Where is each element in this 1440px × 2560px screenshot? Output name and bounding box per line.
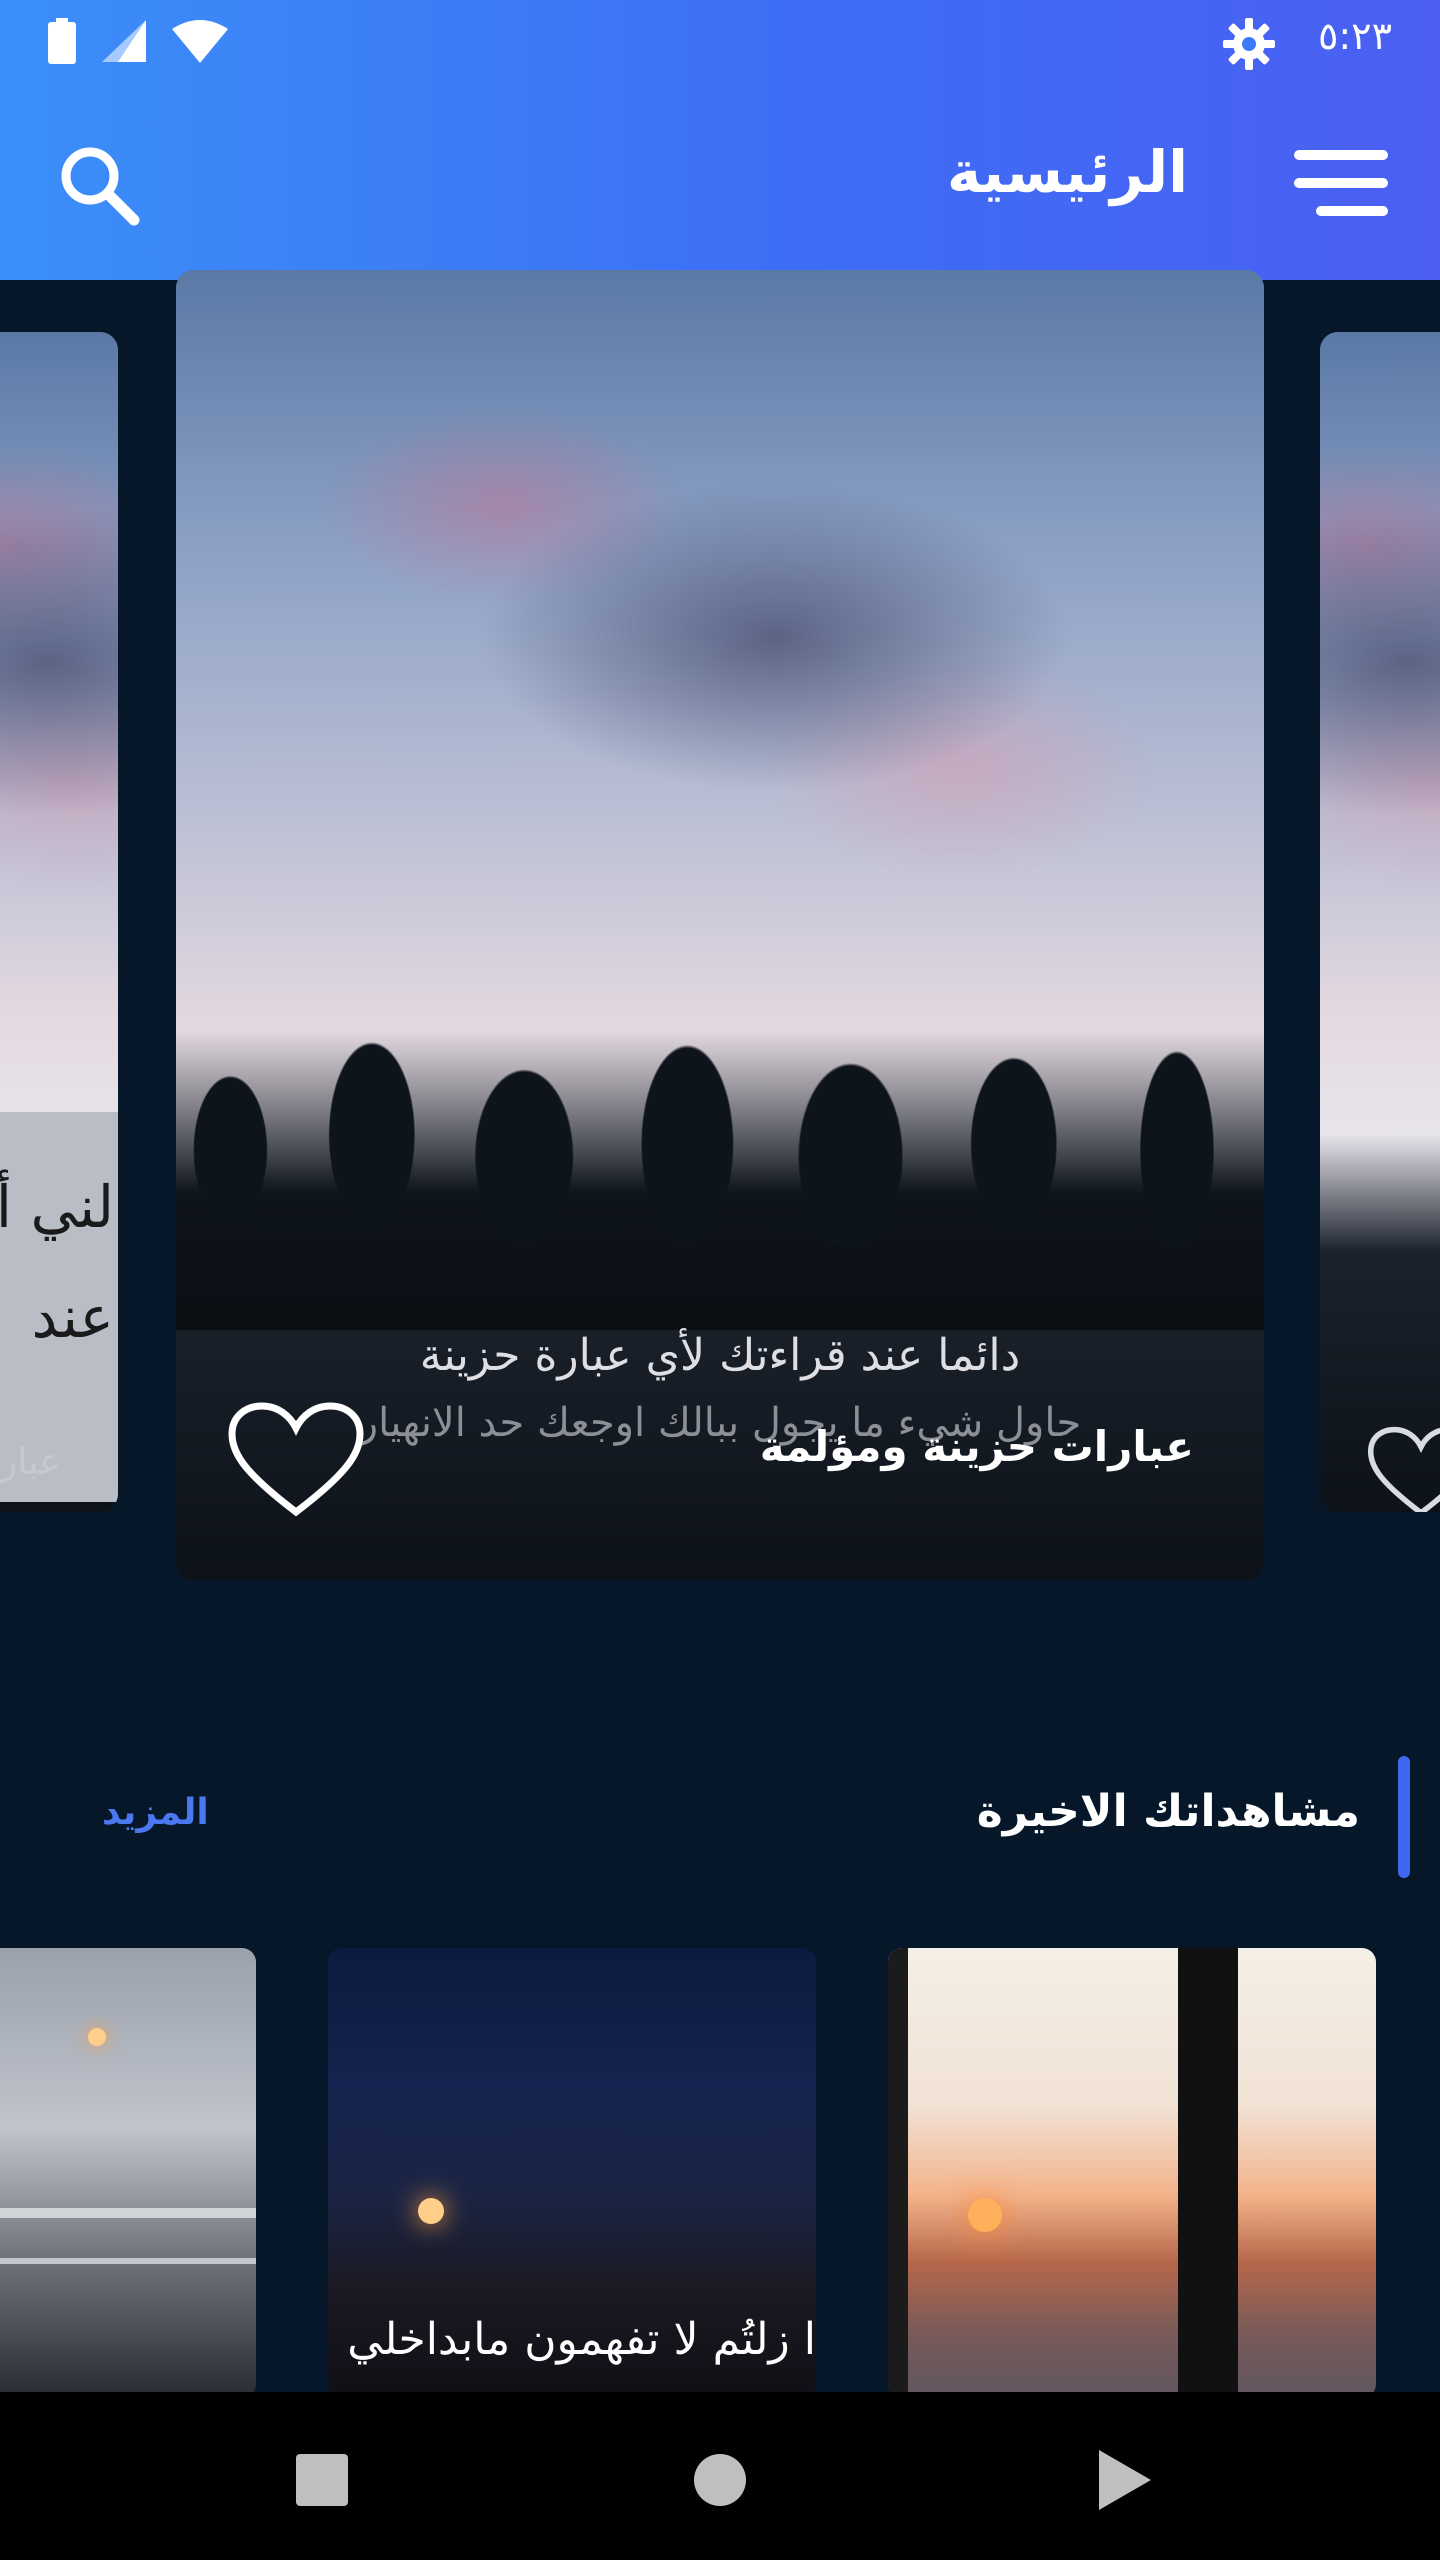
card-image	[176, 270, 1264, 1580]
carousel-card-left[interactable]: لني أ عند عبار	[0, 332, 118, 1512]
more-link[interactable]: المزيد	[102, 1792, 209, 1833]
image-detail	[88, 2028, 106, 2046]
recent-item[interactable]: ا زلتُم لا تفهمون مابداخلي	[328, 1948, 816, 2398]
system-status-icons	[48, 18, 228, 64]
image-detail	[0, 2258, 256, 2264]
home-circle-icon[interactable]	[680, 2440, 760, 2520]
carousel-card-right[interactable]	[1320, 332, 1440, 1512]
battery-icon	[48, 18, 76, 64]
heart-outline-icon[interactable]	[1366, 1422, 1440, 1512]
heart-outline-icon[interactable]	[226, 1400, 366, 1520]
carousel-card-main[interactable]: دائما عند قراءتك لأي عبارة حزينة حاول شي…	[176, 270, 1264, 1580]
overlay-line: لني أ	[0, 1173, 114, 1241]
signal-icon	[102, 20, 146, 62]
card-image	[1320, 332, 1440, 1512]
featured-carousel[interactable]: لني أ عند عبار دائما عند قراءتك لأي عبار…	[0, 270, 1440, 1600]
recent-item-caption: ا زلتُم لا تفهمون مابداخلي	[347, 2314, 816, 2365]
quote-line-1: دائما عند قراءتك لأي عبارة حزينة	[419, 1330, 1021, 1381]
app-header: ٥:٢٣ الرئيسية	[0, 0, 1440, 280]
recents-square-icon[interactable]	[282, 2440, 362, 2520]
image-detail	[0, 2208, 256, 2218]
recent-item[interactable]	[0, 1948, 256, 2398]
search-icon[interactable]	[56, 142, 142, 228]
section-title: مشاهداتك الاخيرة	[976, 1786, 1360, 1837]
section-accent-bar	[1398, 1756, 1410, 1878]
hamburger-icon[interactable]	[1294, 150, 1388, 216]
treeline	[176, 1030, 1264, 1330]
image-detail	[1178, 1948, 1238, 2398]
wifi-icon	[172, 20, 228, 63]
image-detail	[888, 1948, 908, 2398]
back-triangle-icon[interactable]	[1085, 2440, 1165, 2520]
recent-item[interactable]	[888, 1948, 1376, 2398]
page-title: الرئيسية	[946, 138, 1188, 206]
system-nav-bar	[0, 2392, 1440, 2560]
status-time: ٥:٢٣	[1317, 14, 1392, 58]
gear-icon[interactable]	[1223, 18, 1275, 70]
card-title: عبارات حزينة ومؤلمة	[759, 1422, 1194, 1471]
card-title: عبار	[0, 1442, 61, 1483]
overlay-line: عند	[31, 1283, 114, 1351]
image-detail	[968, 2198, 1002, 2232]
image-detail	[418, 2198, 444, 2224]
